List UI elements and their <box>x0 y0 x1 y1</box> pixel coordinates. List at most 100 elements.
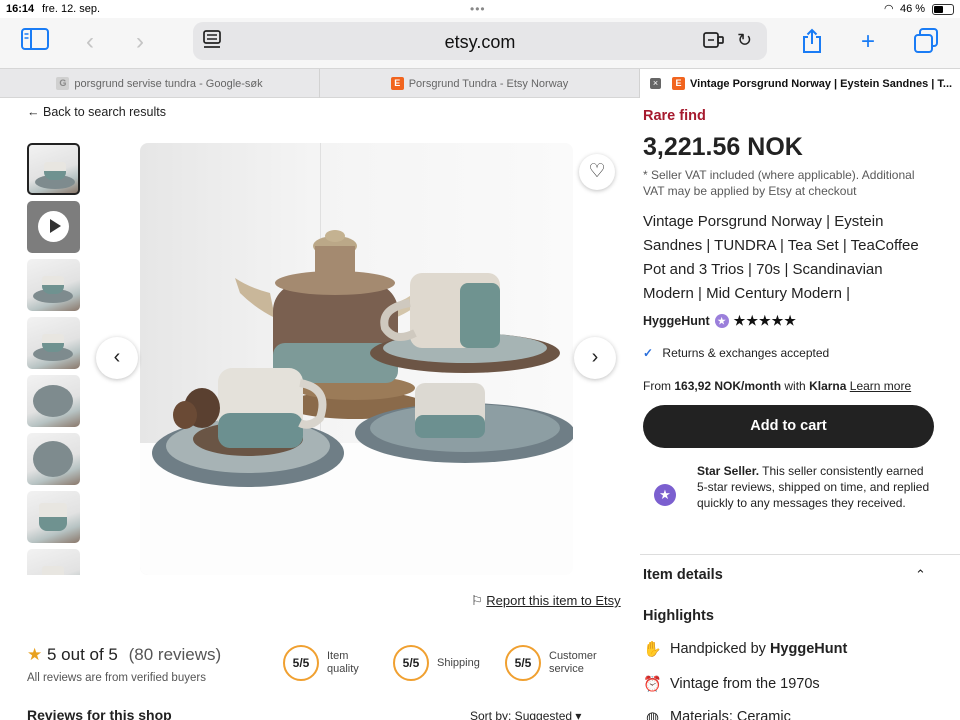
shop-info: HyggeHunt ★ ★★★★★ <box>643 313 797 329</box>
shop-name-link[interactable]: HyggeHunt <box>643 314 710 328</box>
score-label: Shipping <box>437 656 480 669</box>
play-icon <box>38 211 69 242</box>
star-seller-icon: ★ <box>647 483 683 507</box>
tea-set-illustration <box>152 230 573 487</box>
star-seller-title: Star Seller. <box>697 464 760 478</box>
verified-note: All reviews are from verified buyers <box>27 672 206 684</box>
multitasking-dots-icon[interactable]: ••• <box>470 2 486 16</box>
sort-label: Sort by: Suggested <box>470 709 573 720</box>
forward-nav-icon[interactable]: › <box>125 28 155 56</box>
klarna-with: with <box>781 379 810 393</box>
score-value: 5/5 <box>283 645 319 681</box>
status-date: fre. 12. sep. <box>42 3 101 15</box>
sort-dropdown[interactable]: Sort by: Suggested ▾ <box>470 709 581 720</box>
thumbnail-strip <box>27 143 80 575</box>
klarna-info: From 163,92 NOK/month with Klarna Learn … <box>643 379 911 393</box>
shop-rating: ★ 5 out of 5 (80 reviews) <box>27 645 221 665</box>
shop-stars: ★★★★★ <box>733 313 797 328</box>
thumbnail[interactable] <box>27 143 80 195</box>
klarna-logo: Klarna <box>809 379 847 393</box>
highlight-vintage: ⏰ Vintage from the 1970s <box>643 675 820 693</box>
thumbnail[interactable] <box>27 317 80 369</box>
item-details-toggle[interactable]: Item details <box>643 567 723 583</box>
price: 3,221.56 NOK <box>643 133 803 161</box>
score-value: 5/5 <box>393 645 429 681</box>
score-label: service <box>549 663 584 675</box>
returns-text: Returns & exchanges accepted <box>662 346 830 360</box>
score-item-quality: 5/5 Item quality <box>283 645 359 681</box>
chevron-down-icon: ▾ <box>575 709 582 720</box>
rare-find-badge: Rare find <box>643 108 706 124</box>
alarm-clock-icon: ⏰ <box>643 676 662 693</box>
thumbnail[interactable] <box>27 549 80 575</box>
favorite-heart-icon[interactable]: ♡ <box>579 154 615 190</box>
score-customer-service: 5/5 Customer service <box>505 645 597 681</box>
thumbnail[interactable] <box>27 491 80 543</box>
sidebar-icon[interactable] <box>20 28 50 56</box>
back-to-results-link[interactable]: ← Back to search results <box>27 105 166 119</box>
star-icon: ★ <box>27 645 43 664</box>
score-label: Item <box>327 650 349 662</box>
battery-icon <box>932 4 954 15</box>
etsy-favicon-icon: E <box>672 77 685 90</box>
tab-label: Porsgrund Tundra - Etsy Norway <box>408 77 569 90</box>
vat-note: * Seller VAT included (where applicable)… <box>643 168 915 198</box>
chevron-right-icon: › <box>591 346 599 368</box>
thumbnail[interactable] <box>27 259 80 311</box>
reload-icon[interactable]: ↻ <box>737 30 752 51</box>
thumbnail[interactable] <box>27 433 80 485</box>
tab-etsy-search[interactable]: E Porsgrund Tundra - Etsy Norway <box>320 69 640 98</box>
materials-icon: ◍ <box>645 709 660 720</box>
prev-image-button[interactable]: ‹ <box>96 337 138 379</box>
back-nav-icon[interactable]: ‹ <box>75 28 105 56</box>
divider <box>640 554 960 555</box>
product-title: Vintage Porsgrund Norway | Eystein Sandn… <box>643 213 919 302</box>
next-image-button[interactable]: › <box>574 337 616 379</box>
extension-icon[interactable] <box>703 30 725 55</box>
report-item-link[interactable]: ⚐ Report this item to Etsy <box>471 593 621 609</box>
close-tab-icon[interactable]: × <box>650 78 661 89</box>
klarna-learn-more-link[interactable]: Learn more <box>850 379 911 393</box>
review-count[interactable]: (80 reviews) <box>129 645 222 664</box>
tab-bar: G porsgrund servise tundra - Google-søk … <box>0 68 960 98</box>
klarna-prefix: From <box>643 379 675 393</box>
highlight-materials: ◍ Materials: Ceramic <box>643 708 791 720</box>
score-value: 5/5 <box>505 645 541 681</box>
battery-percent: 46 % <box>900 3 926 15</box>
back-link-label: Back to search results <box>42 105 166 119</box>
new-tab-icon[interactable]: + <box>853 28 883 56</box>
google-favicon-icon: G <box>56 77 70 90</box>
shop-reviews-heading: Reviews for this shop <box>27 707 172 720</box>
highlight-text: Vintage from the 1970s <box>670 676 820 692</box>
address-bar[interactable]: etsy.com ↻ <box>193 22 767 60</box>
flag-icon: ⚐ <box>471 593 483 608</box>
highlight-text: Materials: Ceramic <box>670 709 791 720</box>
score-label: quality <box>327 663 359 675</box>
tab-etsy-listing[interactable]: × E Vintage Porsgrund Norway | Eystein S… <box>640 69 960 98</box>
tabs-overview-icon[interactable] <box>911 28 941 56</box>
etsy-favicon-icon: E <box>390 77 404 90</box>
wifi-icon: ◠ <box>884 3 894 15</box>
status-bar: 16:14 fre. 12. sep. ••• ◠ 46 % <box>0 0 960 18</box>
rating-text: 5 out of 5 <box>46 645 118 664</box>
browser-toolbar: ‹ › etsy.com ↻ + <box>0 18 960 68</box>
arrow-left-icon: ← <box>27 105 40 119</box>
product-photo[interactable] <box>140 143 573 575</box>
checkmark-icon: ✓ <box>643 346 654 360</box>
hand-icon: ✋ <box>643 641 662 658</box>
chevron-up-icon[interactable]: ⌃ <box>915 567 926 583</box>
tab-google-search[interactable]: G porsgrund servise tundra - Google-søk <box>0 69 320 98</box>
share-icon[interactable] <box>797 28 827 56</box>
score-label: Customer <box>549 650 597 662</box>
score-shipping: 5/5 Shipping <box>393 645 480 681</box>
highlight-handpicked: ✋ Handpicked by HyggeHunt <box>643 640 847 658</box>
thumbnail[interactable] <box>27 375 80 427</box>
url-text: etsy.com <box>444 32 516 52</box>
add-to-cart-button[interactable]: Add to cart <box>643 405 934 448</box>
highlight-shop-link[interactable]: HyggeHunt <box>770 641 847 657</box>
chevron-left-icon: ‹ <box>113 346 121 368</box>
tab-label: Vintage Porsgrund Norway | Eystein Sandn… <box>690 77 953 90</box>
video-thumbnail[interactable] <box>27 201 80 253</box>
highlights-heading: Highlights <box>643 608 714 624</box>
highlight-text: Handpicked by <box>670 641 770 657</box>
